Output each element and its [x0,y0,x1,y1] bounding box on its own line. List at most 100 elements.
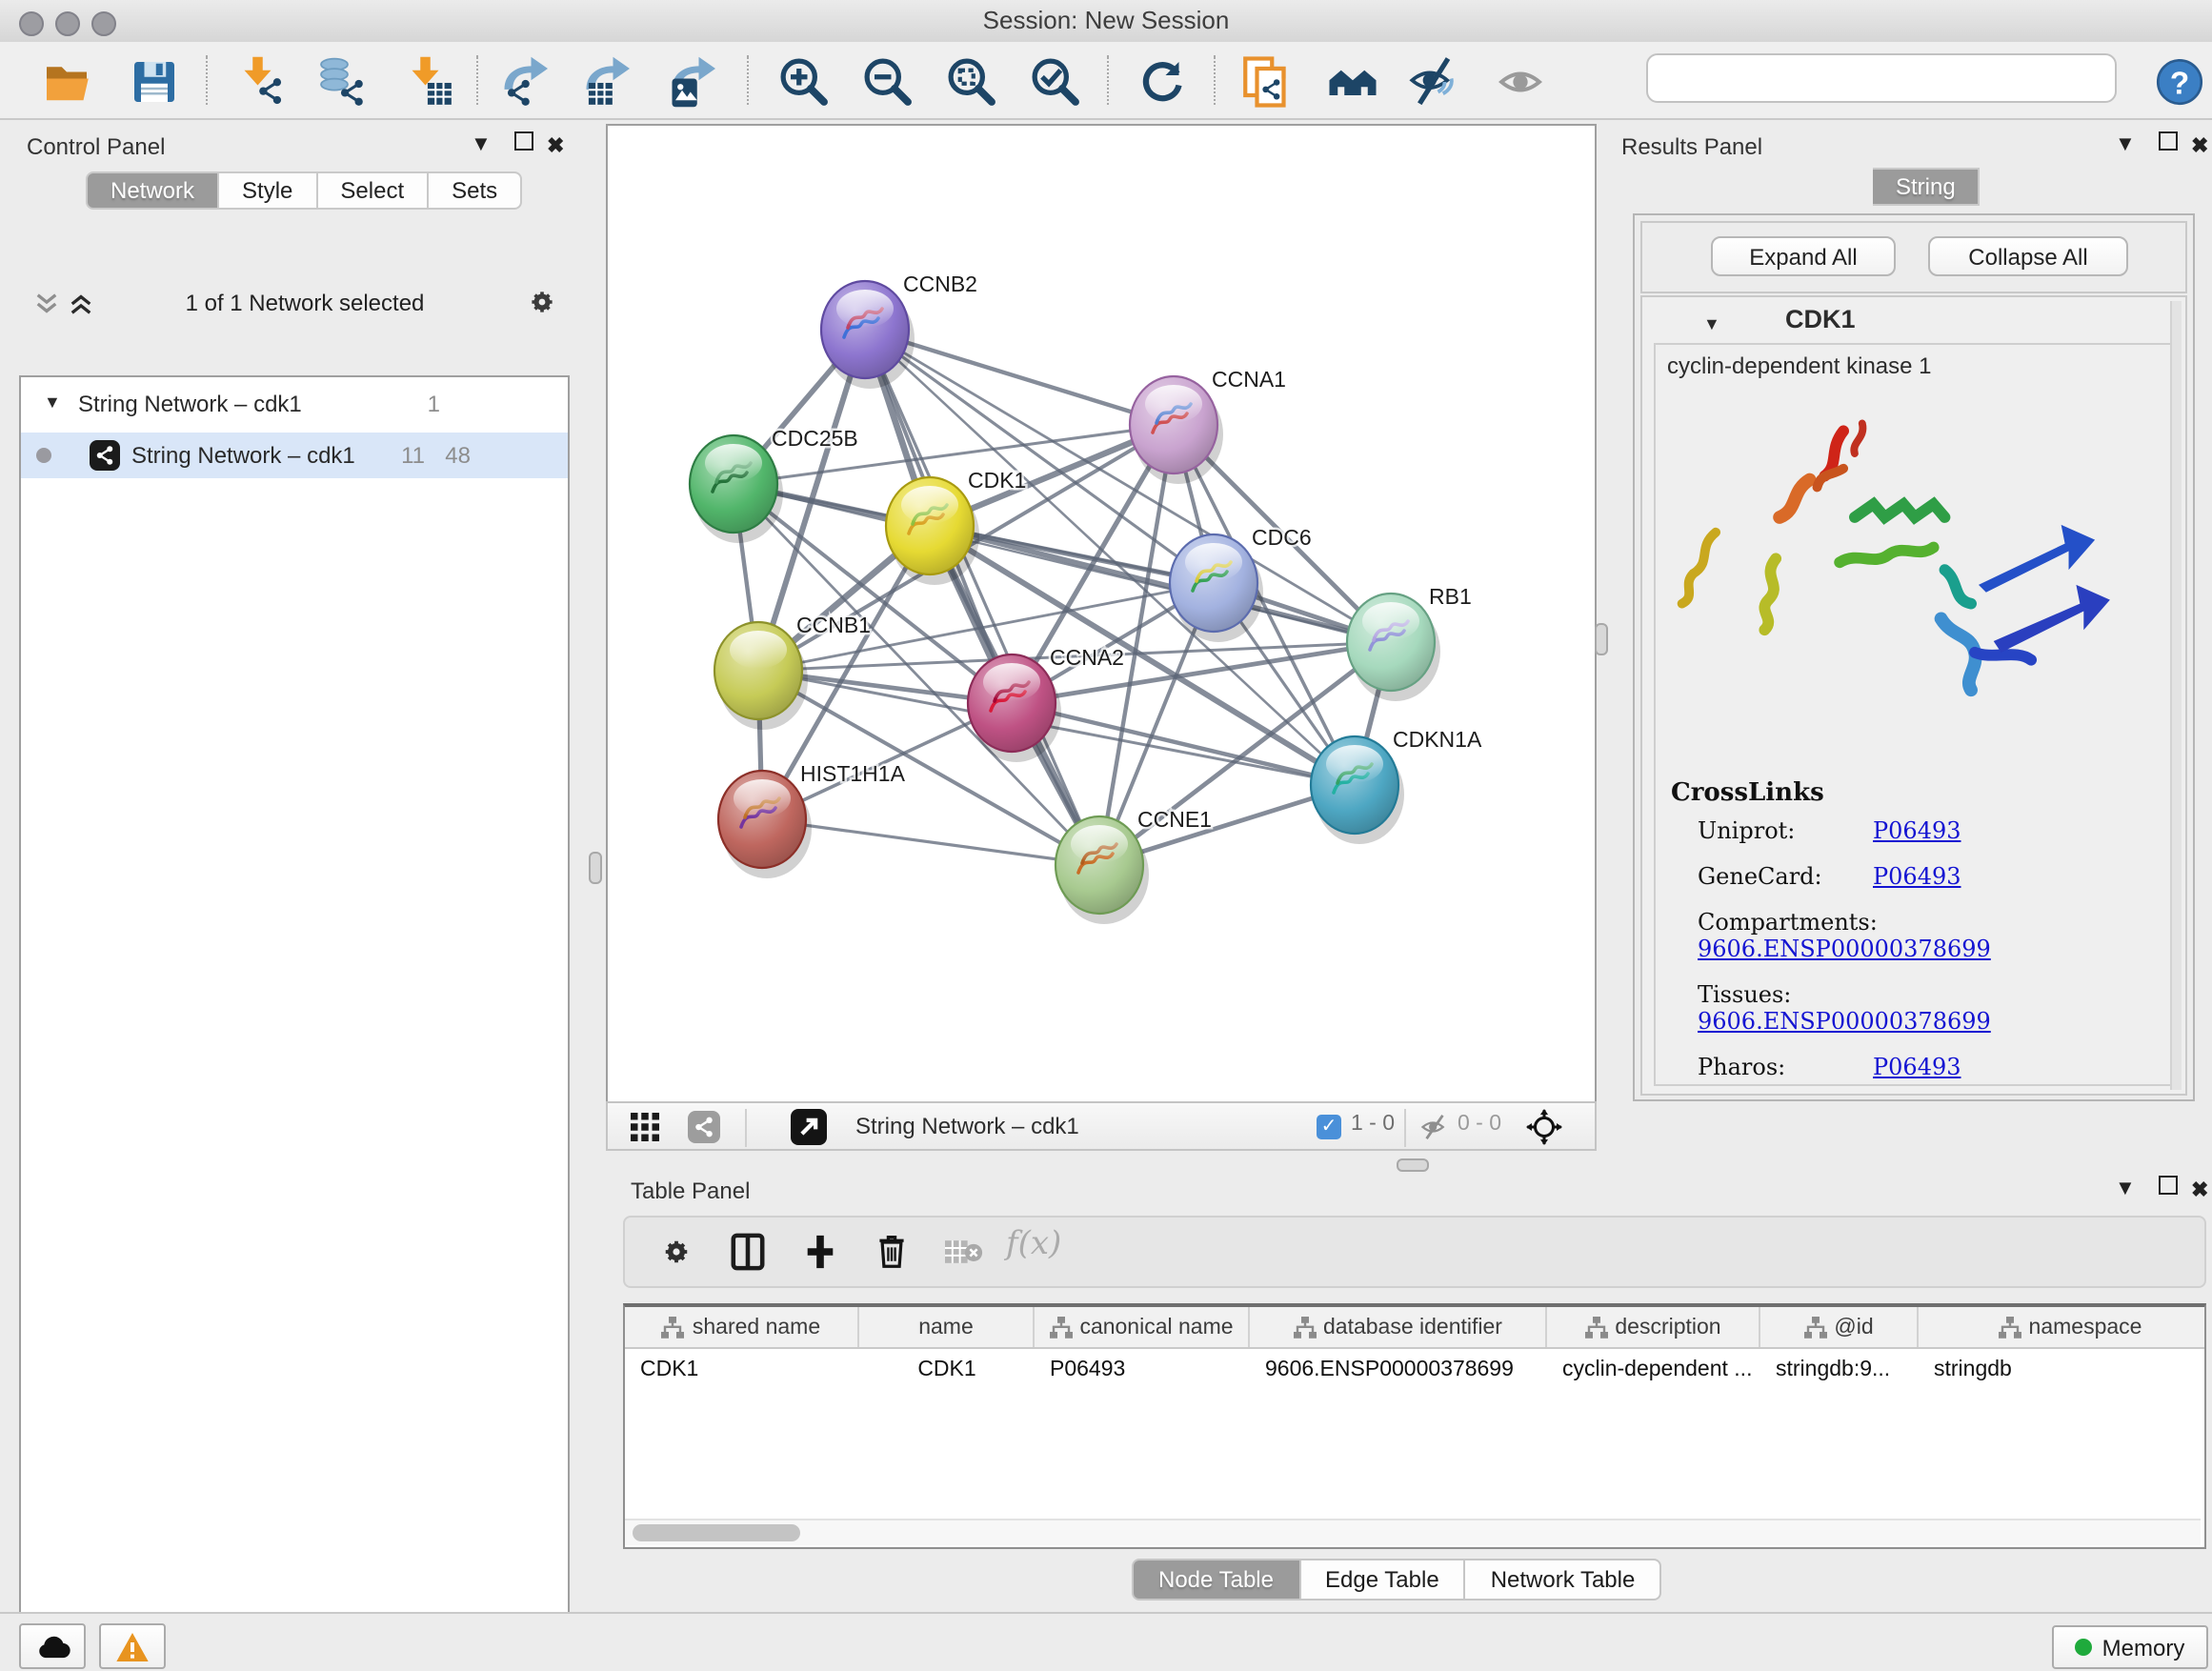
crosslink-link[interactable]: P06493 [1873,1054,1961,1080]
expand-all-icon[interactable] [69,292,93,316]
cell-namespace[interactable]: stringdb [1919,1349,2212,1391]
birdseye-crosshair-icon[interactable] [1526,1109,1562,1145]
gene-collapse-icon[interactable]: ▼ [1703,314,1720,333]
results-panel-float-icon[interactable] [2159,131,2178,151]
tab-network[interactable]: Network [86,171,219,210]
search-input[interactable] [1646,53,2117,103]
column-header-id[interactable]: @id [1760,1307,1919,1347]
network-options-gear-icon[interactable] [526,286,558,318]
warnings-button[interactable] [99,1623,166,1669]
cell-description[interactable]: cyclin-dependent ... [1547,1349,1760,1391]
control-panel-close-icon[interactable]: ✖ [547,133,564,158]
crosslink-label: Uniprot: [1698,817,1873,844]
show-columns-icon[interactable] [730,1233,766,1271]
import-network-from-database-button[interactable] [312,53,370,111]
tab-style[interactable]: Style [219,171,317,210]
cell-name[interactable]: CDK1 [859,1349,1035,1391]
column-header-description[interactable]: description [1547,1307,1760,1347]
zoom-fit-button[interactable] [943,53,1000,111]
export-table-button[interactable] [581,53,638,111]
node-label-HIST1H1A: HIST1H1A [800,761,906,786]
tab-node-table[interactable]: Node Table [1132,1559,1300,1601]
crosslink-link[interactable]: P06493 [1873,817,1961,844]
collapse-all-button[interactable]: Collapse All [1928,236,2128,276]
results-scrollbar[interactable] [2170,301,2182,1090]
table-panel-close-icon[interactable]: ✖ [2191,1178,2208,1202]
column-header-databaseidentifier[interactable]: database identifier [1250,1307,1547,1347]
hide-selected-button[interactable] [1406,53,1463,111]
export-image-button[interactable] [667,53,724,111]
expand-all-button[interactable]: Expand All [1711,236,1896,276]
apply-layout-button[interactable] [1134,53,1191,111]
crosslink-label: Tissues: [1698,981,1873,1008]
help-button[interactable]: ? [2151,53,2208,111]
node-CCNA1[interactable]: CCNA1 [1130,367,1286,484]
tab-sets[interactable]: Sets [429,171,522,210]
left-splitter-handle[interactable] [589,852,602,884]
open-file-button[interactable] [38,53,95,111]
node-CCNE1[interactable]: CCNE1 [1056,807,1212,924]
memory-button[interactable]: Memory [2052,1625,2208,1669]
import-table-from-file-button[interactable] [400,53,457,111]
table-row[interactable]: CDK1CDK1P064939606.ENSP00000378699cyclin… [625,1349,2204,1391]
show-all-button[interactable] [1492,53,1549,111]
column-header-name[interactable]: name [859,1307,1035,1347]
collection-label: String Network – cdk1 [78,391,302,417]
memory-label: Memory [2102,1634,2185,1661]
collapse-all-icon[interactable] [34,292,59,316]
selected-checkbox[interactable]: ✓ [1317,1115,1341,1139]
collection-expand-icon[interactable]: ▼ [44,393,61,412]
save-session-button[interactable] [126,53,183,111]
network-graph[interactable]: CCNB2 CCNA1 CDC25B CDK1 CDC6 RB1 CCNB1 C… [608,126,1595,1101]
node-CCNA2[interactable]: CCNA2 [968,645,1124,762]
zoom-out-button[interactable] [859,53,916,111]
column-header-sharedname[interactable]: shared name [625,1307,859,1347]
tab-select[interactable]: Select [317,171,429,210]
tab-edge-table[interactable]: Edge Table [1300,1559,1466,1601]
crosslink-link[interactable]: 9606.ENSP00000378699 [1698,1008,1991,1035]
zoom-in-button[interactable] [775,53,833,111]
crosslink-link[interactable]: 9606.ENSP00000378699 [1698,936,1991,962]
cell-id[interactable]: stringdb:9... [1760,1349,1919,1391]
cell-databaseidentifier[interactable]: 9606.ENSP00000378699 [1250,1349,1547,1391]
new-network-from-selection-button[interactable] [1238,53,1296,111]
results-panel-menu-icon[interactable]: ▼ [2115,133,2136,156]
first-neighbors-button[interactable] [1324,53,1381,111]
control-panel-menu-icon[interactable]: ▼ [471,133,492,156]
node-RB1[interactable]: RB1 [1347,584,1472,701]
cytoscape-window: Session: New Session ? Control Panel ▼ [0,0,2212,1671]
results-panel-close-icon[interactable]: ✖ [2191,133,2208,158]
network-collection-row[interactable]: ▼ String Network – cdk1 1 [21,387,568,433]
tab-string[interactable]: String [1873,168,1981,206]
table-h-scrollbar-thumb[interactable] [633,1524,800,1541]
node-table: shared namenamecanonical namedatabase id… [623,1303,2206,1549]
import-network-from-file-button[interactable] [232,53,290,111]
grid-view-icon[interactable] [631,1113,659,1141]
network-edge-count: 48 [432,442,471,469]
table-settings-gear-icon[interactable] [659,1235,694,1269]
delete-column-icon[interactable] [875,1231,909,1271]
network-view-icon[interactable] [688,1111,720,1143]
export-network-button[interactable] [499,53,556,111]
column-header-namespace[interactable]: namespace [1919,1307,2212,1347]
cell-sharedname[interactable]: CDK1 [625,1349,859,1391]
node-CDKN1A[interactable]: CDKN1A [1311,727,1482,844]
crosslink-link[interactable]: P06493 [1873,863,1961,890]
edge-HIST1H1A-CCNE1[interactable] [762,819,1099,865]
automation-cloud-button[interactable] [19,1623,86,1669]
column-header-canonicalname[interactable]: canonical name [1035,1307,1250,1347]
table-panel-float-icon[interactable] [2159,1176,2178,1195]
edge-CCNA2-CDKN1A[interactable] [1012,703,1355,785]
table-h-scrollbar[interactable] [625,1519,2201,1545]
table-panel-menu-icon[interactable]: ▼ [2115,1178,2136,1200]
node-CCNB2[interactable]: CCNB2 [821,272,977,389]
tab-network-table[interactable]: Network Table [1466,1559,1662,1601]
network-canvas[interactable]: CCNB2 CCNA1 CDC25B CDK1 CDC6 RB1 CCNB1 C… [606,124,1597,1103]
node-HIST1H1A[interactable]: HIST1H1A [718,761,906,878]
cell-canonicalname[interactable]: P06493 [1035,1349,1250,1391]
control-panel-float-icon[interactable] [514,131,533,151]
network-row-selected[interactable]: String Network – cdk1 11 48 [21,433,568,478]
detach-view-icon[interactable] [791,1109,827,1145]
zoom-selected-button[interactable] [1027,53,1084,111]
add-column-icon[interactable] [802,1233,838,1271]
